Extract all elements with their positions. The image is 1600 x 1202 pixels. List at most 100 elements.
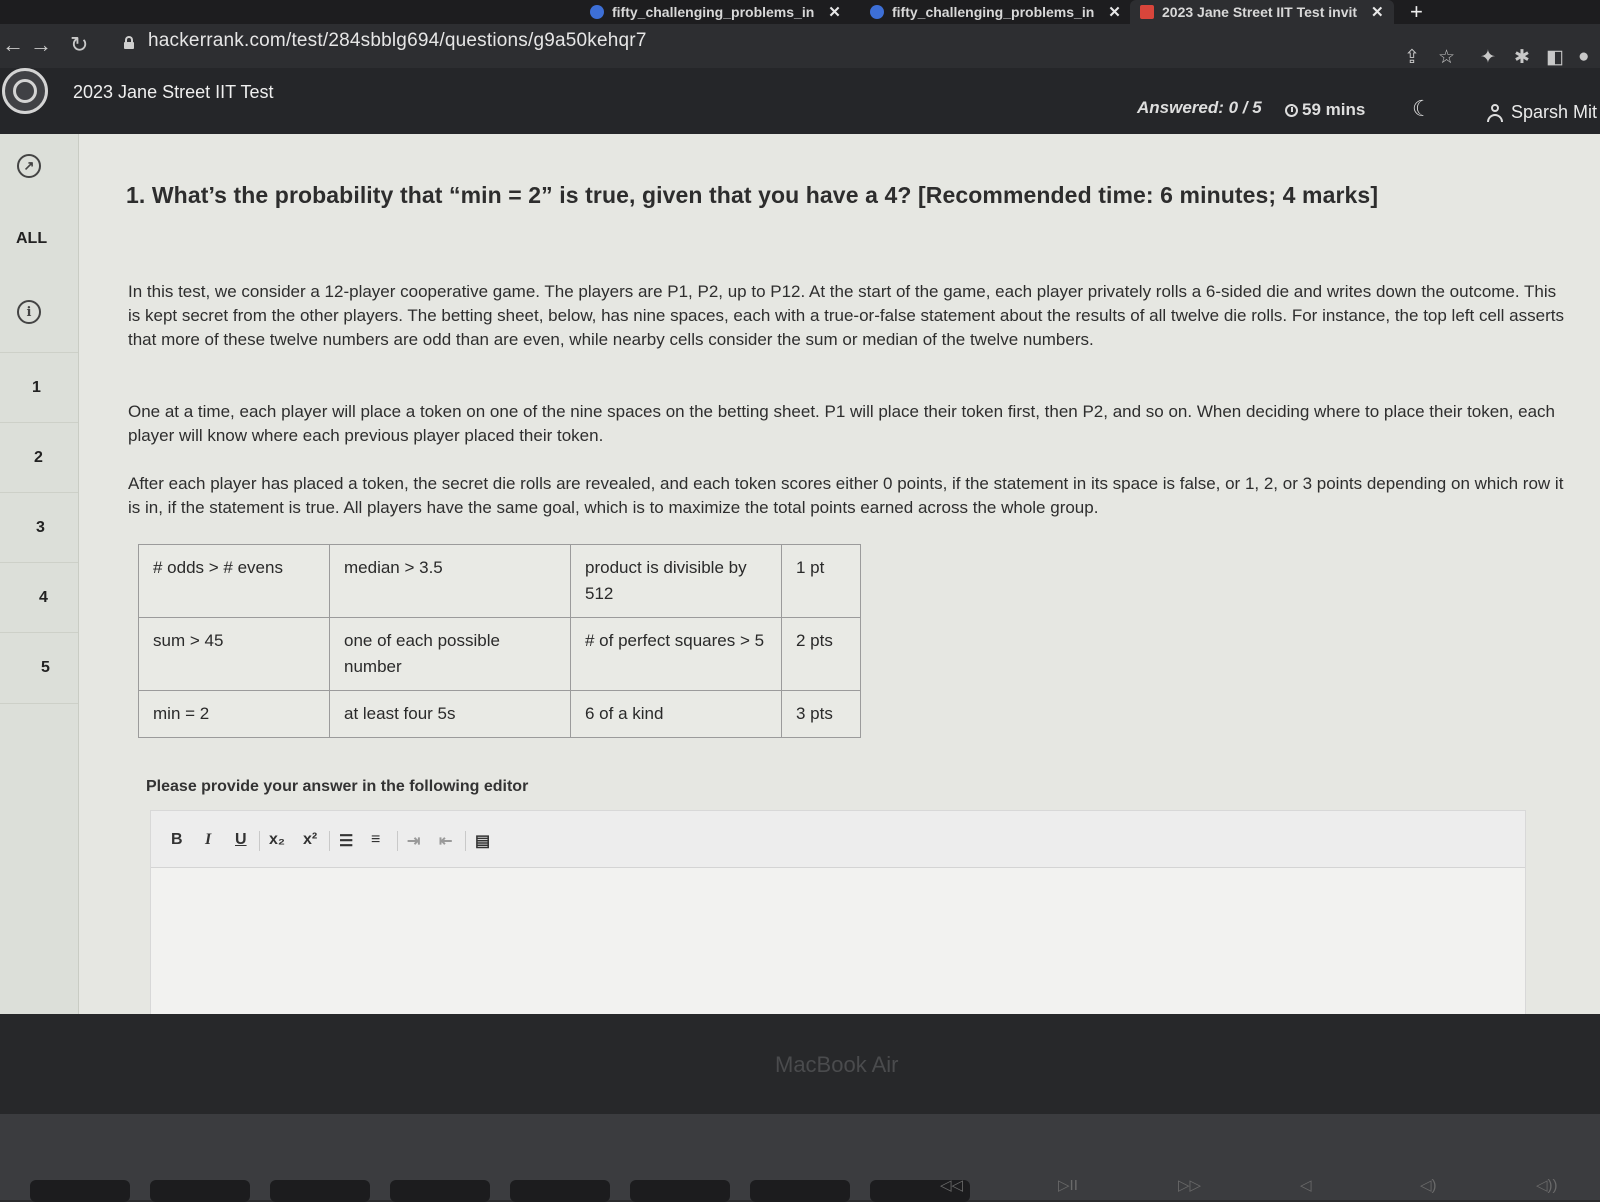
table-cell: # of perfect squares > 5 <box>570 617 782 691</box>
table-cell: sum > 45 <box>138 617 330 691</box>
share-icon[interactable]: ⇪ <box>1404 46 1420 69</box>
table-row: # odds > # evens median > 3.5 product is… <box>138 544 861 618</box>
volume-up-key-icon: ◁)) <box>1536 1177 1558 1194</box>
address-bar: ← → ↻ hackerrank.com/test/284sbblg694/qu… <box>0 24 1600 68</box>
browser-tab[interactable]: fifty_challenging_problems_in ✕ <box>590 0 841 24</box>
table-row: sum > 45 one of each possible number # o… <box>138 617 861 691</box>
question-content: 1. What’s the probability that “min = 2”… <box>78 134 1600 1015</box>
table-row: min = 2 at least four 5s 6 of a kind 3 p… <box>138 690 861 738</box>
sidebar-question-2[interactable]: 2 <box>0 422 78 493</box>
tab-label: fifty_challenging_problems_in <box>892 4 1095 20</box>
question-sidebar: ↗ ALL i 1 2 3 4 5 <box>0 134 79 1014</box>
table-cell-points: 2 pts <box>781 617 861 691</box>
fast-forward-key-icon: ▷▷ <box>1178 1177 1202 1194</box>
keyboard-key <box>390 1180 490 1202</box>
back-arrow-icon[interactable]: ← <box>2 32 24 58</box>
table-cell: product is divisible by 512 <box>570 544 782 618</box>
table-cell: median > 3.5 <box>329 544 571 618</box>
code-block-icon[interactable]: ▤ <box>475 831 490 851</box>
hackerrank-logo-icon <box>2 68 48 114</box>
device-label: MacBook Air <box>775 1052 899 1077</box>
browser-tab[interactable]: fifty_challenging_problems_in ✕ <box>870 0 1121 24</box>
tab-label: fifty_challenging_problems_in <box>612 4 815 20</box>
sidebar-question-4[interactable]: 4 <box>0 562 78 633</box>
bold-button[interactable]: B <box>171 831 183 849</box>
collapse-icon[interactable]: ↗ <box>17 154 41 178</box>
extensions-puzzle-icon[interactable]: ✱ <box>1514 46 1530 69</box>
tab-favicon-icon <box>870 5 884 19</box>
side-panel-icon[interactable]: ◧ <box>1546 46 1564 69</box>
new-tab-button[interactable]: + <box>1410 0 1423 24</box>
question-paragraph: After each player has placed a token, th… <box>128 474 1564 517</box>
user-menu[interactable]: Sparsh Mit <box>1487 102 1597 123</box>
italic-button[interactable]: I <box>205 831 211 849</box>
editor-prompt: Please provide your answer in the follow… <box>146 778 529 795</box>
close-icon[interactable]: ✕ <box>1108 3 1121 21</box>
url-field[interactable]: hackerrank.com/test/284sbblg694/question… <box>148 30 647 52</box>
tab-favicon-icon <box>590 5 604 19</box>
table-cell: min = 2 <box>138 690 330 738</box>
sidebar-question-5[interactable]: 5 <box>0 632 78 704</box>
browser-tab-active[interactable]: 2023 Jane Street IIT Test invit ✕ <box>1130 0 1394 24</box>
dark-mode-moon-icon[interactable]: ☾ <box>1412 96 1432 122</box>
test-title: 2023 Jane Street IIT Test <box>73 82 274 102</box>
app-header: 2023 Jane Street IIT Test Answered: 0 / … <box>0 68 1600 134</box>
keyboard-key <box>150 1180 250 1202</box>
close-icon[interactable]: ✕ <box>1371 3 1384 21</box>
answer-text-area[interactable] <box>151 868 1525 1015</box>
extension-icon[interactable]: ✦ <box>1480 46 1496 69</box>
table-cell: at least four 5s <box>329 690 571 738</box>
keyboard-key <box>30 1180 130 1202</box>
toolbar-divider <box>397 831 398 851</box>
sidebar-question-3[interactable]: 3 <box>0 492 78 563</box>
keyboard-key <box>630 1180 730 1202</box>
betting-sheet-table: # odds > # evens median > 3.5 product is… <box>138 544 861 738</box>
toolbar-divider <box>465 831 466 851</box>
table-cell: 6 of a kind <box>570 690 782 738</box>
timer-text: 59 mins <box>1302 100 1366 119</box>
gmail-icon <box>1140 5 1154 19</box>
laptop-bezel: MacBook Air <box>0 1014 1600 1114</box>
underline-button[interactable]: U <box>235 831 247 849</box>
sidebar-all[interactable]: ALL <box>16 230 47 248</box>
bulleted-list-icon[interactable]: ☰ <box>339 831 353 851</box>
forward-arrow-icon[interactable]: → <box>30 32 52 58</box>
toolbar-divider <box>329 831 330 851</box>
superscript-button[interactable]: x² <box>303 831 317 849</box>
info-icon[interactable]: i <box>17 300 41 324</box>
keyboard-key <box>270 1180 370 1202</box>
indent-icon[interactable]: ⇥ <box>407 831 420 851</box>
sidebar-question-1[interactable]: 1 <box>0 352 78 423</box>
toolbar-divider <box>259 831 260 851</box>
close-icon[interactable]: ✕ <box>828 3 841 21</box>
play-pause-key-icon: ▷II <box>1058 1177 1078 1194</box>
subscript-button[interactable]: x₂ <box>269 831 285 849</box>
table-cell-points: 1 pt <box>781 544 861 618</box>
browser-tab-strip: fifty_challenging_problems_in ✕ fifty_ch… <box>0 0 1600 24</box>
volume-down-key-icon: ◁) <box>1420 1177 1437 1194</box>
table-cell: one of each possible number <box>329 617 571 691</box>
table-cell: # odds > # evens <box>138 544 330 618</box>
bookmark-star-icon[interactable]: ☆ <box>1438 46 1455 69</box>
lock-icon <box>124 36 134 49</box>
table-cell-points: 3 pts <box>781 690 861 738</box>
answered-count: Answered: 0 / 5 <box>1137 98 1262 117</box>
tab-label: 2023 Jane Street IIT Test invit <box>1162 4 1358 20</box>
timer: 59 mins <box>1285 100 1365 120</box>
profile-avatar-icon[interactable]: ● <box>1578 46 1589 68</box>
test-page: ↗ ALL i 1 2 3 4 5 1. What’s the probabil… <box>0 134 1600 1015</box>
laptop-keyboard: ◁◁ ▷II ▷▷ ◁ ◁) ◁)) <box>0 1114 1600 1202</box>
rewind-key-icon: ◁◁ <box>940 1177 964 1194</box>
question-title: 1. What’s the probability that “min = 2”… <box>126 182 1379 208</box>
keyboard-key <box>510 1180 610 1202</box>
editor-toolbar: B I U x₂ x² ☰ ≡ ⇥ ⇤ ▤ <box>151 811 1525 868</box>
keyboard-key <box>750 1180 850 1202</box>
user-icon <box>1487 103 1503 122</box>
outdent-icon[interactable]: ⇤ <box>439 831 452 851</box>
reload-icon[interactable]: ↻ <box>70 32 88 58</box>
question-paragraph: One at a time, each player will place a … <box>128 402 1555 445</box>
question-paragraph: In this test, we consider a 12-player co… <box>128 282 1564 349</box>
mute-key-icon: ◁ <box>1300 1177 1312 1194</box>
clock-icon <box>1285 103 1298 117</box>
numbered-list-icon[interactable]: ≡ <box>371 831 380 849</box>
